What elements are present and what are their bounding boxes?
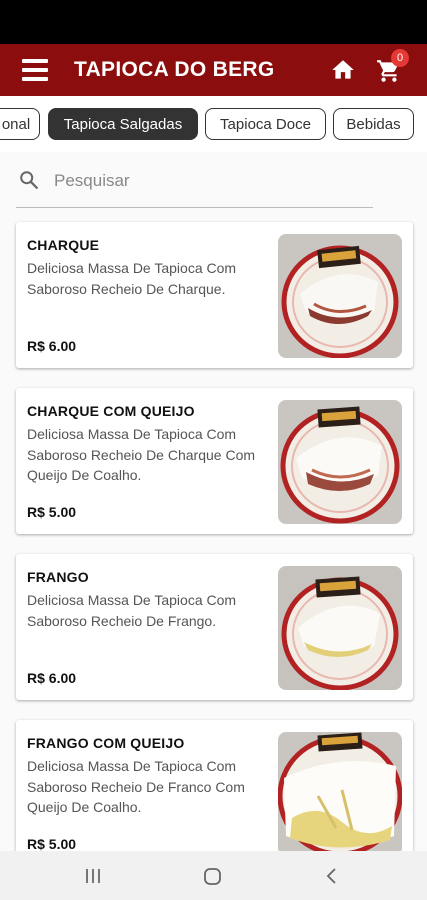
home-nav-icon[interactable] <box>203 867 222 886</box>
search-icon <box>20 171 38 189</box>
home-icon[interactable] <box>330 57 356 83</box>
system-nav-bar <box>0 851 427 900</box>
product-image <box>278 732 402 856</box>
app-title: TAPIOCA DO BERG <box>74 58 275 81</box>
product-image <box>278 400 402 524</box>
product-card[interactable]: CHARQUE COM QUEIJO Deliciosa Massa De Ta… <box>16 388 413 534</box>
menu-icon[interactable] <box>22 59 48 81</box>
product-image <box>278 234 402 358</box>
product-image <box>278 566 402 690</box>
back-icon[interactable] <box>325 867 339 885</box>
product-description: Deliciosa Massa De Tapioca Com Saboroso … <box>27 426 256 483</box>
product-description: Deliciosa Massa De Tapioca Com Saboroso … <box>27 758 245 815</box>
product-description: Deliciosa Massa De Tapioca Com Saboroso … <box>27 260 237 297</box>
product-card[interactable]: FRANGO Deliciosa Massa De Tapioca Com Sa… <box>16 554 413 700</box>
tab-bebidas[interactable]: Bebidas <box>333 108 414 140</box>
cart-count-badge: 0 <box>391 49 409 67</box>
category-tabs: onal Tapioca Salgadas Tapioca Doce Bebid… <box>0 96 427 152</box>
product-name: CHARQUE COM QUEIJO <box>27 403 195 419</box>
product-price: R$ 6.00 <box>27 670 77 686</box>
product-card[interactable]: FRANGO COM QUEIJO Deliciosa Massa De Tap… <box>16 720 413 866</box>
search-bar <box>16 160 373 208</box>
tab-regional[interactable]: onal <box>0 108 40 140</box>
product-name: FRANGO COM QUEIJO <box>27 735 185 751</box>
status-bar <box>0 0 427 44</box>
product-price: R$ 6.00 <box>27 338 77 354</box>
tab-tapioca-salgadas[interactable]: Tapioca Salgadas <box>48 108 198 140</box>
product-price: R$ 5.00 <box>27 504 77 520</box>
product-name: FRANGO <box>27 569 89 585</box>
search-input[interactable] <box>54 168 354 194</box>
recents-icon[interactable] <box>84 867 102 885</box>
product-price: R$ 5.00 <box>27 836 77 852</box>
product-description: Deliciosa Massa De Tapioca Com Saboroso … <box>27 592 237 629</box>
product-card[interactable]: CHARQUE Deliciosa Massa De Tapioca Com S… <box>16 222 413 368</box>
tab-tapioca-doce[interactable]: Tapioca Doce <box>205 108 326 140</box>
product-name: CHARQUE <box>27 237 100 253</box>
app-bar: TAPIOCA DO BERG <box>0 44 427 96</box>
